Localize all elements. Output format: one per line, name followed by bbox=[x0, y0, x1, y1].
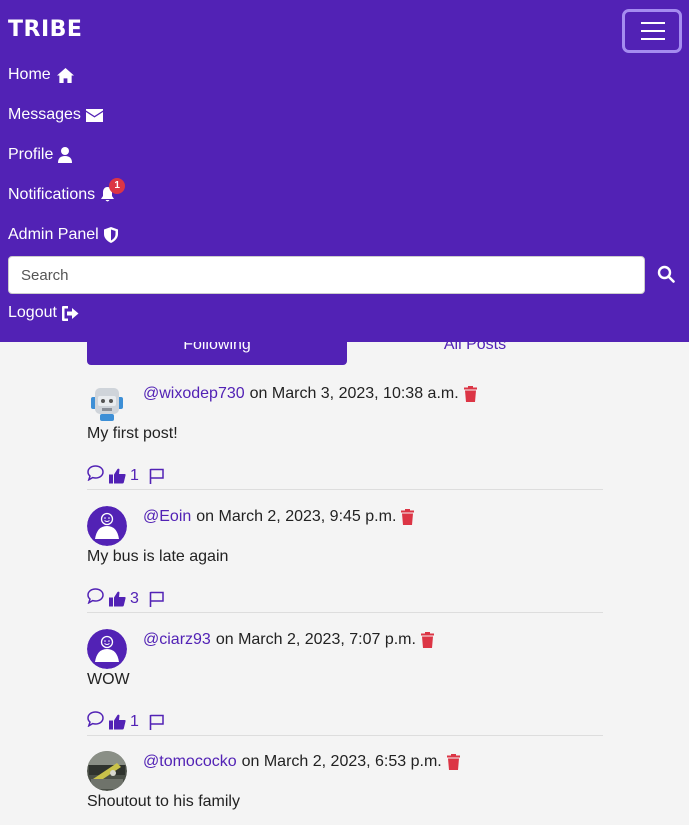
flag-icon[interactable] bbox=[149, 591, 165, 607]
avatar[interactable] bbox=[87, 506, 127, 546]
thumbs-up-icon[interactable] bbox=[109, 591, 126, 607]
nav-home-label: Home bbox=[8, 66, 51, 83]
navbar: TRIBE Home Messages Profile Notification… bbox=[0, 0, 689, 342]
avatar[interactable] bbox=[87, 629, 127, 669]
post-divider bbox=[87, 489, 603, 490]
nav-notifications-link[interactable]: Notifications 1 bbox=[8, 178, 126, 206]
like-count: 1 bbox=[130, 466, 139, 484]
avatar[interactable] bbox=[87, 383, 127, 423]
robot-avatar-icon bbox=[87, 383, 127, 423]
nav-admin-link[interactable]: Admin Panel bbox=[8, 224, 118, 246]
photo-avatar-icon bbox=[87, 751, 127, 791]
post-date: on March 2, 2023, 6:53 p.m. bbox=[241, 753, 442, 770]
nav-messages-label: Messages bbox=[8, 106, 81, 123]
post-content: WOW bbox=[87, 671, 130, 688]
avatar[interactable] bbox=[87, 751, 127, 791]
nav-messages-link[interactable]: Messages bbox=[8, 104, 103, 126]
post-author-link[interactable]: @ciarz93 bbox=[143, 631, 211, 649]
default-user-avatar-icon bbox=[87, 629, 127, 669]
sign-out-icon bbox=[61, 305, 79, 321]
trash-icon[interactable] bbox=[446, 754, 460, 770]
nav-admin-label: Admin Panel bbox=[8, 226, 99, 243]
post-author-link[interactable]: @wixodep730 bbox=[143, 385, 245, 403]
post-content: My bus is late again bbox=[87, 548, 229, 565]
thumbs-up-icon[interactable] bbox=[109, 714, 126, 730]
trash-icon[interactable] bbox=[420, 632, 434, 648]
nav-profile-label: Profile bbox=[8, 146, 54, 163]
search-icon[interactable] bbox=[657, 265, 675, 288]
navbar-toggler-button[interactable] bbox=[622, 9, 682, 53]
home-icon bbox=[56, 67, 75, 84]
post-content: My first post! bbox=[87, 425, 178, 442]
like-count: 3 bbox=[130, 589, 139, 607]
nav-notifications-label: Notifications bbox=[8, 186, 96, 203]
post-date: on March 2, 2023, 9:45 p.m. bbox=[196, 508, 397, 525]
post-divider bbox=[87, 735, 603, 736]
trash-icon[interactable] bbox=[463, 386, 477, 402]
thumbs-up-icon[interactable] bbox=[109, 468, 126, 484]
flag-icon[interactable] bbox=[149, 468, 165, 484]
comment-icon[interactable] bbox=[87, 711, 104, 732]
post-author-link[interactable]: @Eoin bbox=[143, 508, 191, 526]
notification-count-badge: 1 bbox=[109, 178, 126, 194]
user-icon bbox=[58, 147, 73, 163]
bell-icon: 1 bbox=[100, 178, 126, 203]
comment-icon[interactable] bbox=[87, 588, 104, 609]
post-author-link[interactable]: @tomococko bbox=[143, 753, 237, 771]
post-date: on March 3, 2023, 10:38 a.m. bbox=[249, 385, 459, 402]
envelope-icon bbox=[85, 108, 103, 122]
comment-icon[interactable] bbox=[87, 465, 104, 486]
nav-logout-link[interactable]: Logout bbox=[8, 302, 79, 324]
trash-icon[interactable] bbox=[401, 509, 415, 525]
like-count: 1 bbox=[130, 712, 139, 730]
nav-logout-label: Logout bbox=[8, 304, 57, 321]
nav-profile-link[interactable]: Profile bbox=[8, 144, 73, 166]
default-user-avatar-icon bbox=[87, 506, 127, 546]
hamburger-icon bbox=[641, 22, 665, 24]
shield-icon bbox=[103, 227, 118, 243]
post-divider bbox=[87, 612, 603, 613]
nav-home-link[interactable]: Home bbox=[8, 64, 75, 86]
flag-icon[interactable] bbox=[149, 714, 165, 730]
post-content: Shoutout to his family bbox=[87, 793, 240, 810]
brand-logo[interactable]: TRIBE bbox=[8, 17, 82, 42]
post-date: on March 2, 2023, 7:07 p.m. bbox=[215, 631, 416, 648]
search-input[interactable] bbox=[8, 256, 645, 294]
